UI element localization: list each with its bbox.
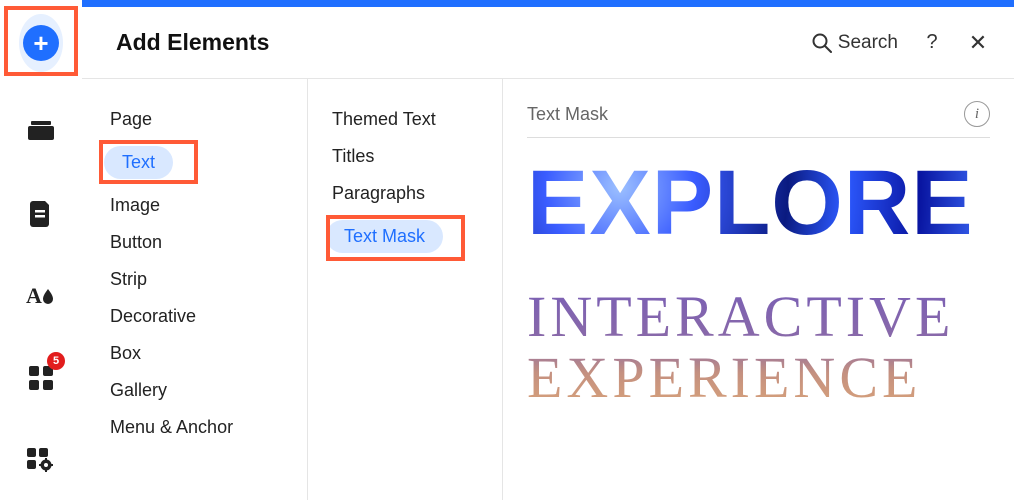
category-gallery[interactable]: Gallery: [82, 372, 307, 409]
panel-title: Add Elements: [116, 29, 812, 56]
category-box[interactable]: Box: [82, 335, 307, 372]
svg-text:A: A: [26, 283, 42, 308]
subcategory-label: Paragraphs: [332, 183, 425, 204]
text-mask-sample-explore[interactable]: EXPLORE: [527, 162, 990, 245]
category-label: Button: [110, 232, 162, 253]
help-button[interactable]: ?: [920, 31, 944, 54]
search-icon: [812, 33, 832, 53]
badge-count: 5: [47, 352, 65, 370]
subcategory-text-mask[interactable]: Text Mask: [308, 212, 502, 261]
category-strip[interactable]: Strip: [82, 261, 307, 298]
subcategory-themed-text[interactable]: Themed Text: [308, 101, 502, 138]
subcategory-label: Themed Text: [332, 109, 436, 130]
pages-button[interactable]: [19, 110, 63, 154]
subcategory-label: Text Mask: [326, 220, 443, 253]
category-label: Strip: [110, 269, 147, 290]
close-button[interactable]: ✕: [966, 30, 990, 56]
category-label: Decorative: [110, 306, 196, 327]
document-icon: [30, 201, 52, 227]
category-text[interactable]: Text: [82, 138, 307, 187]
grid-icon: [29, 366, 53, 390]
text-mask-sample-interactive[interactable]: INTERACTIVE EXPERIENCE: [527, 287, 990, 409]
category-image[interactable]: Image: [82, 187, 307, 224]
category-label: Box: [110, 343, 141, 364]
search-button[interactable]: Search: [812, 32, 898, 54]
category-label: Text: [104, 146, 173, 179]
category-menu-anchor[interactable]: Menu & Anchor: [82, 409, 307, 446]
left-toolbar: + A: [0, 0, 82, 500]
plus-icon: +: [23, 25, 59, 61]
category-label: Image: [110, 195, 160, 216]
category-label: Gallery: [110, 380, 167, 401]
design-button[interactable]: A: [19, 274, 63, 318]
category-label: Menu & Anchor: [110, 417, 233, 438]
sample-line: EXPERIENCE: [527, 348, 990, 409]
sample-line: INTERACTIVE: [527, 287, 990, 348]
settings-button[interactable]: [19, 438, 63, 482]
preview-title: Text Mask: [527, 104, 608, 125]
document-button[interactable]: [19, 192, 63, 236]
text-drop-icon: A: [26, 283, 56, 309]
subcategory-titles[interactable]: Titles: [308, 138, 502, 175]
search-label: Search: [838, 32, 898, 54]
preview-panel: Text Mask i EXPLORE INTERACTIVE EXPERIEN…: [503, 79, 1014, 500]
info-button[interactable]: i: [964, 101, 990, 127]
subcategory-label: Titles: [332, 146, 374, 167]
category-list: Page Text Image Button Strip Decorative …: [82, 79, 308, 500]
subcategory-list: Themed Text Titles Paragraphs Text Mask: [308, 79, 503, 500]
grid-gear-icon: [27, 448, 55, 472]
apps-button[interactable]: 5: [19, 356, 63, 400]
top-accent-bar: [82, 0, 1014, 7]
category-decorative[interactable]: Decorative: [82, 298, 307, 335]
subcategory-paragraphs[interactable]: Paragraphs: [308, 175, 502, 212]
category-label: Page: [110, 109, 152, 130]
panel-header: Add Elements Search ? ✕: [82, 7, 1014, 79]
pages-icon: [28, 121, 54, 143]
category-button[interactable]: Button: [82, 224, 307, 261]
add-element-button[interactable]: +: [19, 14, 63, 72]
category-page[interactable]: Page: [82, 101, 307, 138]
